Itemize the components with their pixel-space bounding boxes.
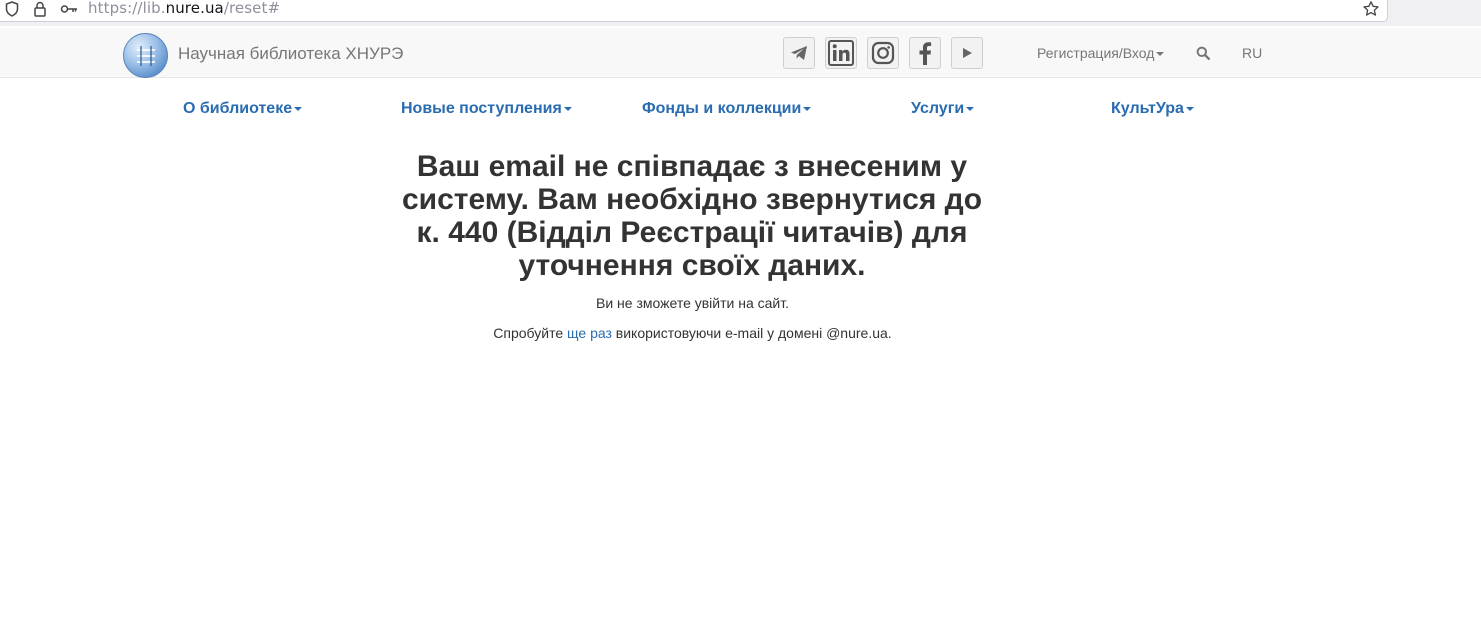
menu-item-services[interactable]: Услуги [911,100,975,118]
linkedin-icon[interactable] [825,37,857,69]
browser-toolbar: https://lib.nure.ua/reset# [0,0,1481,26]
menu-item-label: Услуги [911,100,965,117]
menu-item-label: КультУра [1111,100,1184,117]
menu-item-label: Новые поступления [401,100,562,117]
retry-message: Спробуйте ще раз використовуючи e-mail у… [493,325,892,341]
chevron-down-icon [966,106,975,111]
instagram-icon[interactable] [867,37,899,69]
shield-icon[interactable] [5,0,19,18]
menu-item-new-arrivals[interactable]: Новые поступления [401,100,572,118]
key-icon[interactable] [60,0,78,18]
chevron-down-icon [1185,106,1194,111]
menu-item-about[interactable]: О библиотеке [183,100,303,118]
menu-item-label: Фонды и коллекции [642,100,802,117]
login-label: Регистрация/Вход [1037,45,1155,61]
site-title[interactable]: Научная библиотека ХНУРЭ [178,44,403,64]
chevron-down-icon [294,106,303,111]
youtube-icon[interactable] [951,37,983,69]
library-logo[interactable] [123,33,168,78]
menu-item-collections[interactable]: Фонды и коллекции [642,100,812,118]
url-bar[interactable]: https://lib.nure.ua/reset# [0,0,1388,22]
telegram-icon[interactable] [783,37,815,69]
chevron-down-icon [803,106,812,111]
bookmark-star-icon[interactable] [1362,0,1380,18]
retry-link[interactable]: ще раз [567,325,612,341]
error-headline: Ваш email не співпадає з внесеним у сист… [401,150,983,282]
search-icon[interactable] [1196,46,1210,63]
login-dropdown[interactable]: Регистрация/Вход [1037,45,1165,61]
menu-item-label: О библиотеке [183,100,293,117]
login-notice: Ви не зможете увійти на сайт. [596,295,789,311]
facebook-icon[interactable] [909,37,941,69]
lock-icon[interactable] [33,0,47,18]
language-switch[interactable]: RU [1242,45,1262,61]
url-text: https://lib.nure.ua/reset# [88,0,281,17]
chevron-down-icon [563,106,572,111]
chevron-down-icon [1156,52,1165,57]
site-header: Научная библиотека ХНУРЭ Регистрация/Вхо… [0,28,1481,78]
menu-item-culture[interactable]: КультУра [1111,100,1194,118]
